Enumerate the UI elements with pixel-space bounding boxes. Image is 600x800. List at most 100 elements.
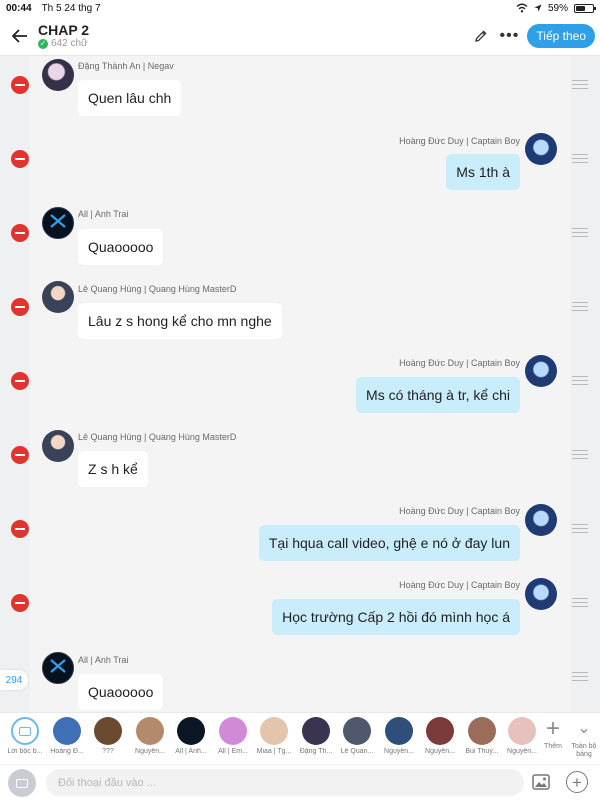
message-author: All | Anh Trai [78,209,129,219]
delete-message-button[interactable] [11,150,29,168]
drag-handle[interactable] [572,154,588,164]
anh-trai-logo-icon [50,214,66,228]
avatar[interactable] [42,281,74,313]
character-item[interactable]: Bùi Thuỳ... [463,717,501,755]
delete-message-button[interactable] [11,76,29,94]
avatar[interactable] [525,504,557,536]
character-label: Hoàng Đ... [50,748,84,755]
character-narrator[interactable]: Lời bộc b... [6,717,44,755]
character-item[interactable]: Nguyễn... [131,717,169,755]
character-avatar [508,717,536,745]
message-author: All | Anh Trai [78,655,129,665]
character-item[interactable]: All | Anh... [172,717,210,755]
add-attachment-button[interactable]: + [566,771,588,793]
character-avatar [136,717,164,745]
drag-handle[interactable] [572,302,588,312]
avatar[interactable] [525,578,557,610]
message-bubble[interactable]: Quen lâu chh [78,80,182,116]
status-date: Th 5 24 thg 7 [41,2,101,14]
drag-handle[interactable] [572,80,588,90]
avatar[interactable] [42,430,74,462]
drag-handle[interactable] [572,598,588,608]
character-label: ??? [102,748,114,755]
battery-icon [574,3,596,13]
character-item[interactable]: Đặng Th... [297,717,335,755]
composer: + [0,764,600,800]
arrow-left-icon [12,28,27,43]
character-avatar [426,717,454,745]
message-author: Hoàng Đức Duy | Captain Boy [399,506,520,516]
avatar[interactable] [42,652,74,684]
delete-message-button[interactable] [11,298,29,316]
add-character-label: Thêm [544,743,562,750]
avatar[interactable] [42,207,74,239]
message-bubble[interactable]: Ms 1th à [446,154,520,190]
delete-message-button[interactable] [11,446,29,464]
add-character-button[interactable]: + Thêm [536,717,570,751]
drag-handle[interactable] [572,228,588,238]
message-bubble[interactable]: Lâu z s hong kể cho mn nghe [78,303,282,339]
avatar[interactable] [42,59,74,91]
anh-trai-logo-icon [50,659,66,673]
message-author: Hoàng Đức Duy | Captain Boy [399,358,520,368]
drag-handle[interactable] [572,524,588,534]
more-button[interactable]: ••• [499,26,519,46]
unread-counter[interactable]: 294 [0,670,28,690]
avatar[interactable] [525,355,557,387]
status-right: 59% [516,3,596,14]
edit-button[interactable] [471,26,491,46]
message-author: Hoàng Đức Duy | Captain Boy [399,136,520,146]
character-item[interactable]: Miaa | Tg... [255,717,293,755]
dialogue-input[interactable] [46,769,524,796]
drag-handle[interactable] [572,376,588,386]
drag-handle[interactable] [572,450,588,460]
check-icon: ✓ [38,38,48,49]
character-label: All | Em... [218,748,248,755]
plus-icon: + [545,715,560,742]
next-button[interactable]: Tiếp theo [527,23,595,48]
drag-handle[interactable] [572,672,588,682]
character-label: Lê Quan... [340,748,374,755]
message-bubble[interactable]: Tại hqua call video, ghệ e nó ở đay lun [258,525,520,561]
character-item[interactable]: Lê Quan... [338,717,376,755]
image-icon[interactable] [532,773,550,791]
character-item[interactable]: ??? [89,717,127,755]
message-bubble[interactable]: Quaooooo [78,229,164,265]
character-avatar [385,717,413,745]
character-item[interactable]: Nguyễn... [380,717,418,755]
message-bubble[interactable]: Quaooooo [78,674,164,710]
expand-characters-label: Toàn bộ bảng [571,743,597,758]
delete-message-button[interactable] [11,520,29,538]
narration-toggle-button[interactable] [8,769,36,797]
wifi-icon [516,3,528,13]
character-strip: Lời bộc b... Hoàng Đ... ??? Nguyễn... Al… [0,712,600,764]
word-count-text: 642 chữ [51,37,88,49]
back-button[interactable] [0,16,40,56]
delete-message-button[interactable] [11,372,29,390]
character-label: Nguyễn... [507,748,537,755]
message-bubble[interactable]: Ms có tháng à tr, kể chi [356,377,520,413]
character-avatar [53,717,81,745]
message-bubble[interactable]: Z s h kể [78,451,148,487]
expand-characters-button[interactable]: ⌄ Toàn bộ bảng [567,717,600,759]
character-label: Nguyễn... [384,748,414,755]
character-label: Nguyễn... [135,748,165,755]
pencil-icon [475,29,487,42]
message-author: Lê Quang Hùng | Quang Hùng MasterD [78,284,237,294]
character-label: Bùi Thuỳ... [465,748,499,755]
character-avatar [219,717,247,745]
character-item[interactable]: All | Em... [214,717,252,755]
character-item[interactable]: Nguyễn... [421,717,459,755]
message-bubble[interactable]: Học trường Cấp 2 hồi đó mình học á [272,599,520,635]
chapter-title: CHAP 2 [38,21,90,38]
character-avatar [343,717,371,745]
narration-icon [11,717,39,745]
avatar[interactable] [525,133,557,165]
character-item[interactable]: Hoàng Đ... [48,717,86,755]
message-author: Hoàng Đức Duy | Captain Boy [399,580,520,590]
delete-message-button[interactable] [11,594,29,612]
character-label: Nguyễn... [425,748,455,755]
status-bar: 00:44 Th 5 24 thg 7 59% [0,0,600,16]
delete-message-button[interactable] [11,224,29,242]
character-avatar [302,717,330,745]
